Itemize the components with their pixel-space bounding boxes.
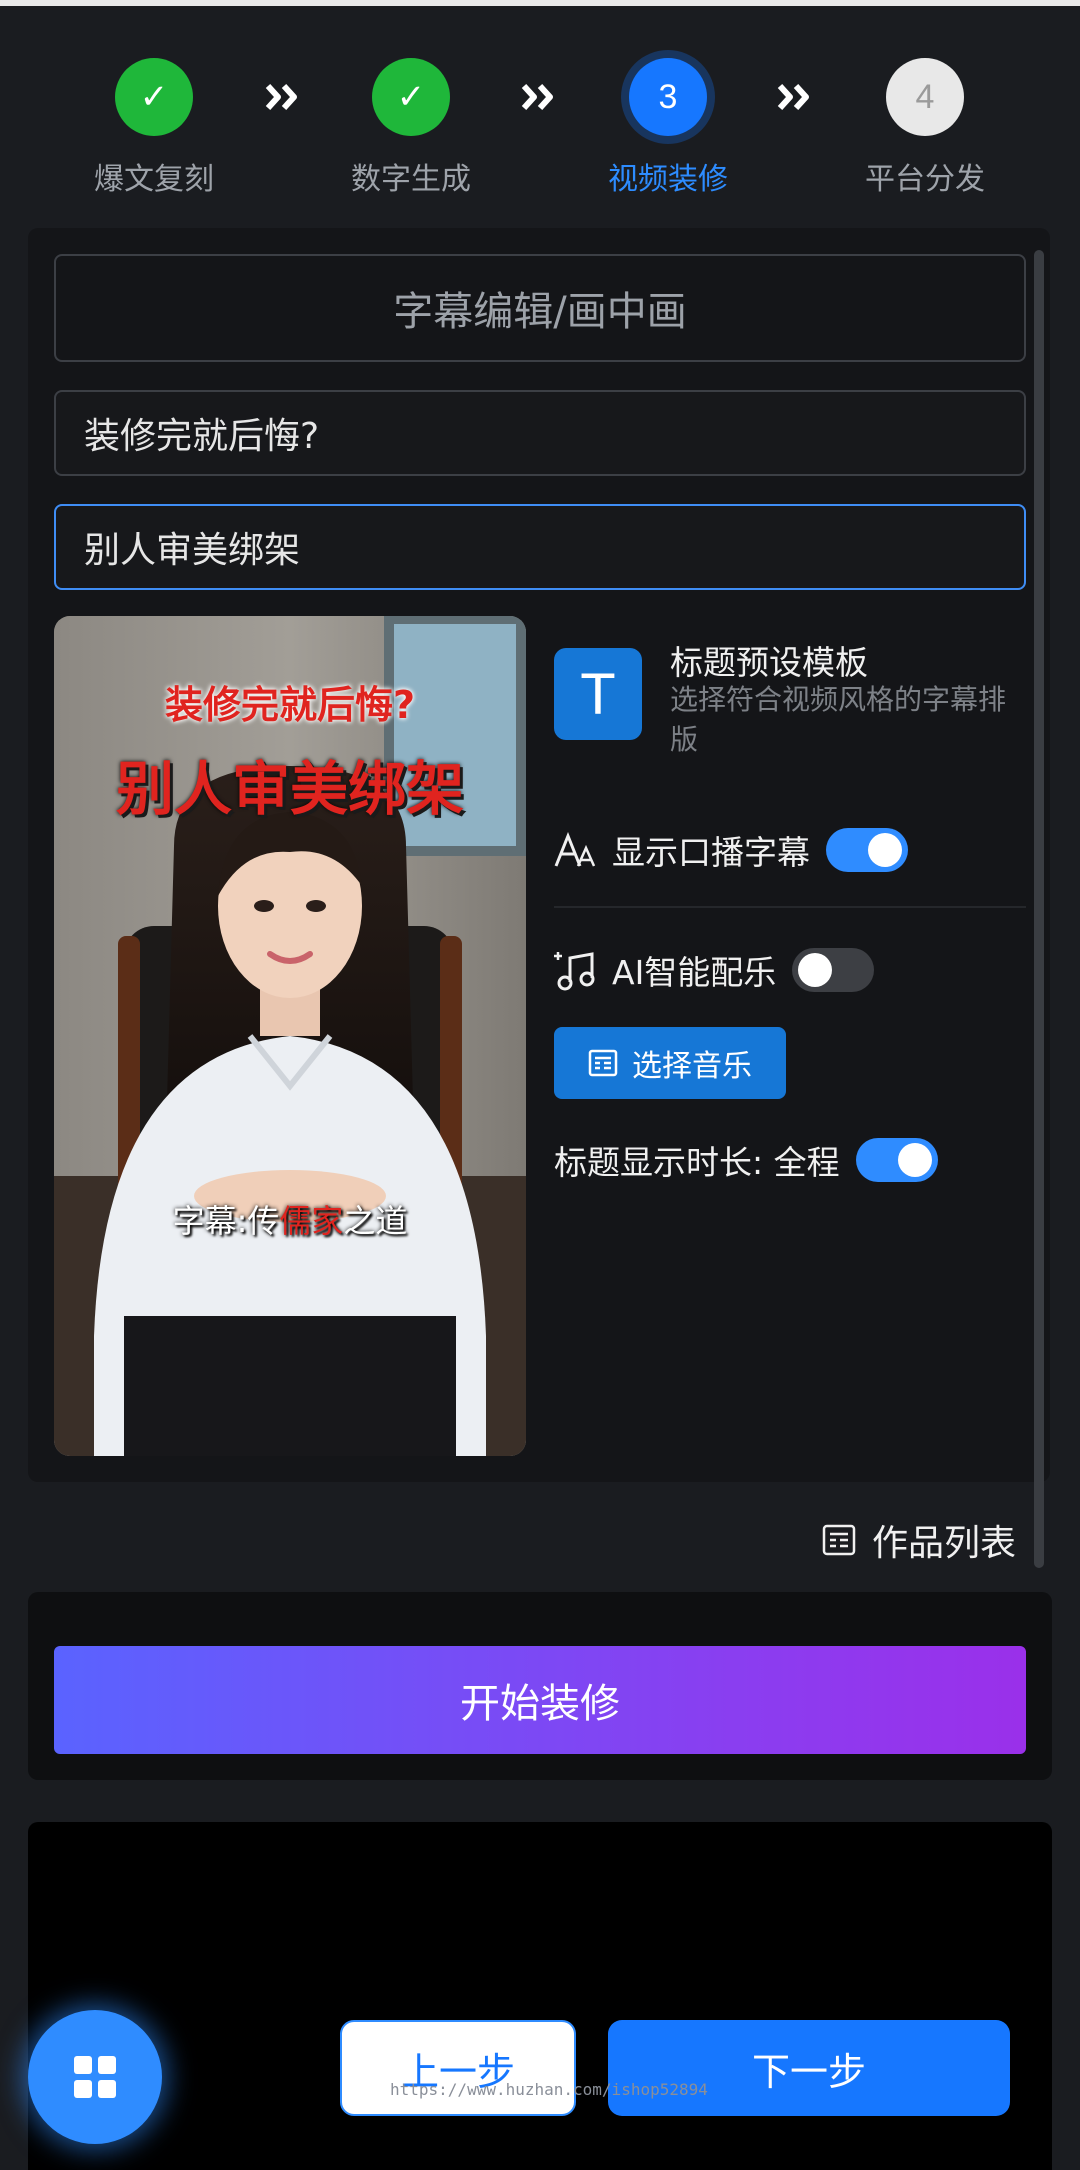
step-3[interactable]: 3 视频装修 xyxy=(568,58,768,198)
step-1[interactable]: ✓ 爆文复刻 xyxy=(54,58,254,198)
video-preview[interactable]: 装修完就后悔? 别人审美绑架 字幕:传儒家之道 xyxy=(54,616,526,1456)
subtitle-line1-input[interactable] xyxy=(54,390,1026,476)
overlay-title-line2: 别人审美绑架 xyxy=(115,755,464,823)
show-subtitles-label: 显示口播字幕 xyxy=(612,833,810,872)
scrollbar[interactable] xyxy=(1034,250,1044,1568)
list-icon xyxy=(822,1524,856,1556)
template-title[interactable]: 标题预设模板 xyxy=(670,636,868,684)
subtitle-line2-input[interactable] xyxy=(54,504,1026,590)
step-label: 平台分发 xyxy=(865,162,985,197)
check-icon: ✓ xyxy=(372,58,450,136)
works-list-label: 作品列表 xyxy=(872,1523,1017,1564)
template-description: 选择符合视频风格的字幕排版 xyxy=(670,683,1007,756)
step-2[interactable]: ✓ 数字生成 xyxy=(311,58,511,198)
next-step-button[interactable]: 下一步 xyxy=(608,2020,1010,2116)
divider xyxy=(554,906,1026,908)
top-edge xyxy=(0,0,1080,6)
toggle-knob xyxy=(897,1143,932,1177)
list-icon xyxy=(588,1049,618,1077)
choose-music-button[interactable]: 选择音乐 xyxy=(554,1027,786,1099)
double-chevron-icon xyxy=(265,83,297,111)
show-subtitles-toggle[interactable] xyxy=(826,828,908,872)
step-number: 3 xyxy=(629,58,707,136)
title-duration-toggle[interactable] xyxy=(855,1138,938,1182)
choose-music-label: 选择音乐 xyxy=(632,1049,752,1084)
start-decorate-button[interactable]: 开始装修 xyxy=(54,1646,1026,1754)
ai-music-label: AI智能配乐 xyxy=(612,953,777,992)
music-note-icon xyxy=(554,952,595,991)
works-list-link[interactable]: 作品列表 xyxy=(822,1514,1016,1566)
toggle-knob xyxy=(798,953,833,987)
step-label: 爆文复刻 xyxy=(94,162,214,197)
show-subtitles-row: 显示口播字幕 xyxy=(554,826,908,874)
step-label: 数字生成 xyxy=(351,162,471,197)
step-number: 4 xyxy=(886,58,964,136)
overlay-title-line1: 装修完就后悔? xyxy=(164,683,416,727)
template-t-icon[interactable]: T xyxy=(554,648,642,740)
progress-stepper: ✓ 爆文复刻 ✓ 数字生成 3 视频装修 4 平台分发 xyxy=(0,58,1080,208)
grid-icon xyxy=(74,2056,116,2098)
apps-fab-button[interactable] xyxy=(28,2010,162,2144)
ai-music-toggle[interactable] xyxy=(792,948,875,992)
watermark: https://www.huzhan.com/ishop52894 xyxy=(390,2080,708,2099)
step-label: 视频装修 xyxy=(608,162,728,197)
check-icon: ✓ xyxy=(115,58,193,136)
toggle-knob xyxy=(868,833,902,867)
previous-step-button[interactable]: 上一步 xyxy=(340,2020,576,2116)
caption-prefix: 字幕:传 xyxy=(172,1202,280,1240)
title-duration-row: 标题显示时长: 全程 xyxy=(554,1136,938,1184)
title-duration-label: 标题显示时长: 全程 xyxy=(554,1143,840,1182)
font-size-icon xyxy=(554,832,596,867)
double-chevron-icon xyxy=(777,83,809,111)
video-output-area xyxy=(28,1822,1052,2170)
caption-highlight: 儒家 xyxy=(279,1202,344,1240)
caption-suffix: 之道 xyxy=(343,1202,408,1240)
double-chevron-icon xyxy=(521,83,553,111)
step-4[interactable]: 4 平台分发 xyxy=(825,58,1025,198)
ai-music-row: AI智能配乐 xyxy=(554,946,875,994)
overlay-caption: 字幕:传儒家之道 xyxy=(54,1196,526,1242)
section-title[interactable]: 字幕编辑/画中画 xyxy=(54,254,1026,362)
